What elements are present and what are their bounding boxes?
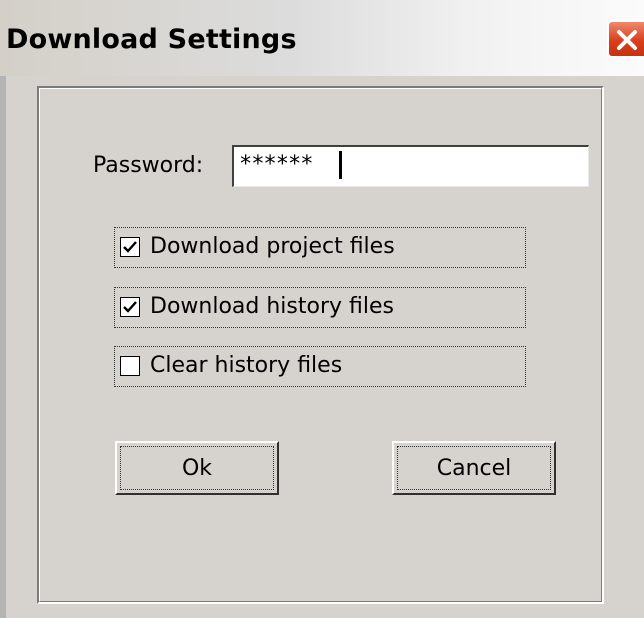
cancel-button[interactable]: Cancel [392,441,556,495]
clear-history-files-label: Clear history files [150,353,343,378]
clear-history-files-checkbox[interactable] [120,356,140,376]
cancel-button-label: Cancel [436,456,512,481]
clear-history-files-option[interactable]: Clear history files [114,346,526,387]
close-icon [617,30,637,50]
password-field[interactable]: ****** [232,145,589,187]
download-history-files-label: Download history files [150,294,394,319]
ok-button-label: Ok [181,456,213,481]
checkmark-icon [123,241,137,253]
dialog-title: Download Settings [6,24,297,55]
download-project-files-option[interactable]: Download project files [114,227,526,268]
download-project-files-checkbox[interactable] [120,237,140,257]
download-settings-dialog: Download Settings Password: ****** Downl… [0,0,644,618]
window-border [0,76,6,618]
close-button[interactable] [607,20,644,58]
password-value: ****** [239,152,313,177]
download-history-files-checkbox[interactable] [120,297,140,317]
download-project-files-label: Download project files [150,234,395,259]
password-label: Password: [93,153,204,178]
title-bar[interactable]: Download Settings [0,0,644,76]
text-caret [339,151,342,179]
ok-button[interactable]: Ok [115,441,279,495]
download-history-files-option[interactable]: Download history files [114,287,526,328]
checkmark-icon [123,301,137,313]
